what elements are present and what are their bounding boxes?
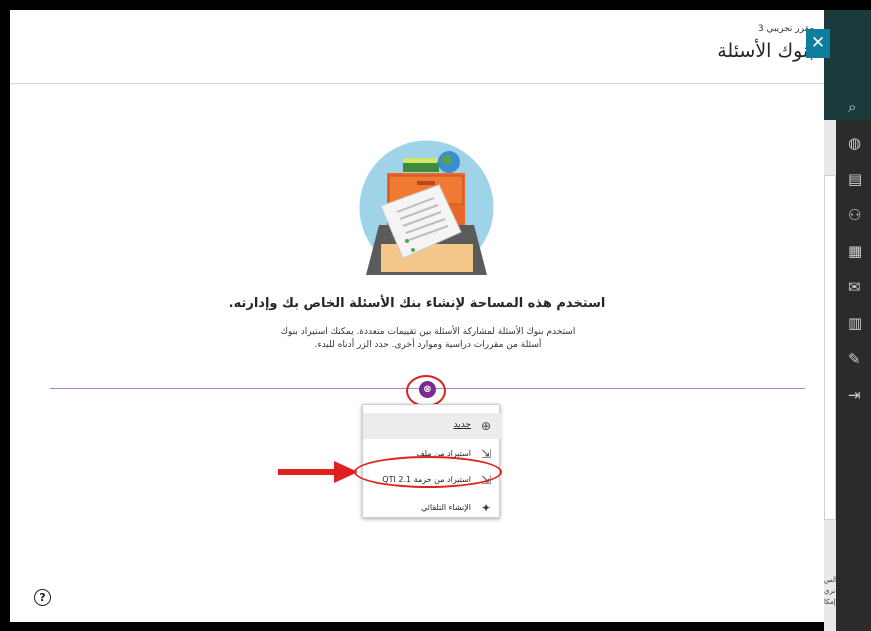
menu-item-auto-generate[interactable]: ✦ الإنشاء التلقائي [363, 495, 501, 521]
edit-icon[interactable]: ✎ [848, 350, 861, 368]
menu-item-new[interactable]: ⊕ جديد [363, 413, 501, 439]
background-tab-label: الم [824, 105, 834, 114]
menu-item-label: الإنشاء التلقائي [421, 503, 471, 512]
question-banks-panel: مقرر تجريبي 3 بنوك الأسئلة استخدم هذه ال… [10, 10, 824, 622]
background-footer-text: الس تري إمكا [824, 576, 838, 606]
menu-item-label: جديد [453, 420, 471, 430]
globe-icon[interactable]: ◍ [848, 134, 861, 152]
background-nav-rail [836, 120, 871, 631]
users-icon[interactable]: ⚇ [848, 206, 861, 224]
sparkle-icon: ✦ [480, 501, 491, 515]
grades-icon[interactable]: ▥ [848, 314, 862, 332]
import-icon: ⇲ [480, 447, 491, 461]
close-button[interactable]: ✕ [806, 29, 830, 58]
background-card [824, 175, 836, 520]
calendar-icon[interactable]: ▦ [848, 242, 862, 260]
annotation-circle [354, 456, 502, 488]
messages-icon[interactable]: ✉ [848, 278, 861, 296]
logout-icon[interactable]: ⇥ [848, 386, 861, 404]
empty-state-heading: استخدم هذه المساحة لإنشاء بنك الأسئلة ال… [228, 296, 606, 311]
search-icon[interactable]: ⌕ [848, 98, 856, 116]
help-icon[interactable]: ? [34, 589, 51, 606]
page-title: بنوك الأسئلة [717, 40, 814, 62]
add-button[interactable]: ⊗ [419, 381, 436, 398]
background-app: الم ⌕ ◍ ▤ ⚇ ▦ ✉ ▥ ✎ ⇥ الس تري إمكا [824, 10, 871, 631]
document-icon[interactable]: ▤ [848, 170, 862, 188]
empty-state-description: استخدم بنوك الأسئلة لمشاركة الأسئلة بين … [280, 327, 576, 350]
plus-circle-icon: ⊕ [480, 419, 491, 433]
file-cabinet-illustration [359, 140, 494, 275]
panel-header: مقرر تجريبي 3 بنوك الأسئلة [10, 10, 824, 84]
annotation-arrow [278, 461, 358, 483]
